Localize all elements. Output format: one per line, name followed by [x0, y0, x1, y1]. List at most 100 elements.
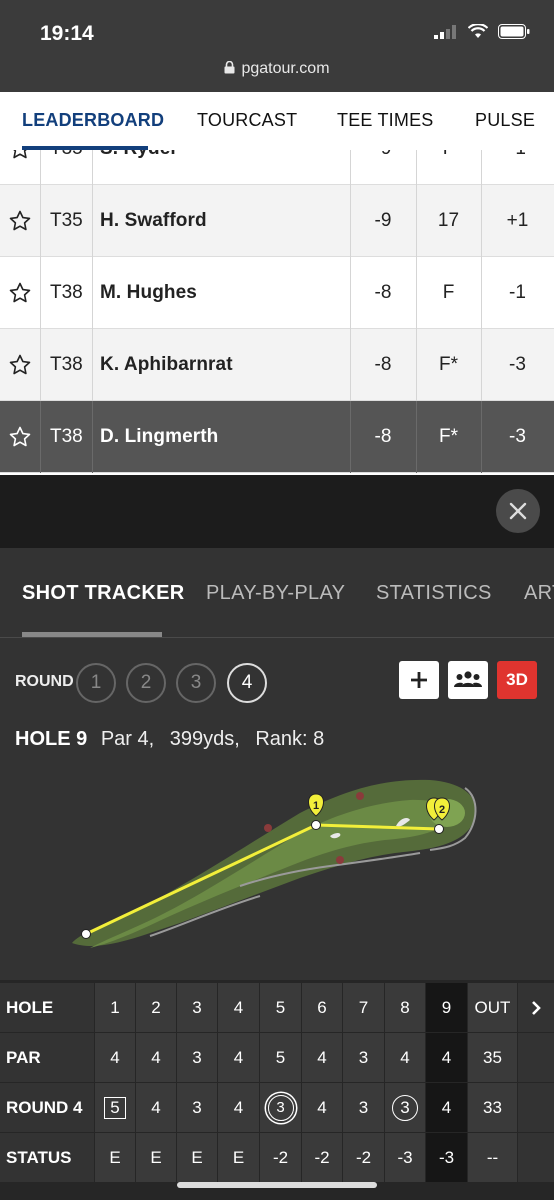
leaderboard-row[interactable]: T38 K. Aphibarnrat -8 F* -3	[0, 329, 554, 401]
thru: F	[442, 282, 455, 303]
leaderboard-row[interactable]: T35 H. Swafford -9 17 +1	[0, 185, 554, 257]
leaderboard-row-selected[interactable]: T38 D. Lingmerth -8 F* -3	[0, 401, 554, 473]
par-value: 4	[302, 1033, 342, 1082]
tab-tee-times[interactable]: TEE TIMES	[337, 110, 434, 131]
tree	[336, 856, 344, 864]
status-value-current: -3	[426, 1133, 467, 1182]
status-value: -2	[343, 1133, 384, 1182]
thru: F	[416, 150, 481, 185]
tab-play-by-play[interactable]: PLAY-BY-PLAY	[206, 582, 345, 605]
scorecard: HOLE 1 2 3 4 5 6 7 8 9 OUT PAR 4 4 3 4 5…	[0, 980, 554, 1200]
star-icon[interactable]	[8, 150, 32, 185]
shot-1-label: 1	[313, 800, 319, 812]
top-nav: LEADERBOARD TOURCAST TEE TIMES PULSE	[0, 92, 554, 150]
scorecard-hole-row: HOLE 1 2 3 4 5 6 7 8 9 OUT	[0, 983, 554, 1033]
leaderboard-row[interactable]: T38 M. Hughes -8 F -1	[0, 257, 554, 329]
round-score: -1	[481, 150, 554, 185]
tee-marker	[81, 929, 91, 939]
bogey-square: 5	[104, 1096, 126, 1119]
par-row-label: PAR	[0, 1033, 94, 1082]
round-score: -3	[509, 354, 526, 375]
player-name[interactable]: H. Swafford	[100, 185, 207, 257]
leaderboard: T35 S. Ryder -9 F -1 T35 H. Swafford -9 …	[0, 150, 554, 475]
score-cell: 5	[95, 1083, 135, 1132]
player-name[interactable]: D. Lingmerth	[100, 401, 218, 473]
status-out: --	[468, 1133, 517, 1182]
status-value: E	[136, 1133, 176, 1182]
signal-icon	[434, 24, 456, 39]
star-icon[interactable]	[8, 401, 32, 473]
tab-statistics[interactable]: STATISTICS	[376, 582, 492, 605]
tab-tourcast[interactable]: TOURCAST	[197, 110, 297, 131]
score-cell: 4	[136, 1083, 176, 1132]
par-value: 4	[218, 1033, 259, 1082]
position: T38	[50, 426, 83, 447]
status-bar: 19:14 pgatour.com	[0, 0, 554, 92]
round-score: -3	[509, 426, 526, 447]
status-value: E	[95, 1133, 135, 1182]
3d-view-button[interactable]: 3D	[497, 661, 537, 699]
round-1-button[interactable]: 1	[76, 663, 116, 703]
next-button[interactable]	[518, 983, 554, 1032]
score-cell: 3	[177, 1083, 217, 1132]
par-value: 4	[136, 1033, 176, 1082]
scorecard-round-row: ROUND 4 5 4 3 4 3 4 3 3 4 33	[0, 1083, 554, 1133]
hole-info: HOLE 9 Par 4, 399yds, Rank: 8	[15, 728, 334, 751]
status-value: -2	[302, 1133, 342, 1182]
status-value: -3	[385, 1133, 425, 1182]
player-name[interactable]: M. Hughes	[100, 257, 197, 329]
hole-map[interactable]: 1 2	[0, 758, 554, 980]
hole-number-current: 9	[426, 983, 467, 1032]
status-value: E	[218, 1133, 259, 1182]
shot-2-marker[interactable]	[434, 824, 444, 834]
status-value: E	[177, 1133, 217, 1182]
par-value-current: 4	[426, 1033, 467, 1082]
round-4-button[interactable]: 4	[227, 663, 267, 703]
url-bar[interactable]: pgatour.com	[0, 60, 554, 78]
score-cell-current: 4	[426, 1083, 467, 1132]
position: T38	[50, 354, 83, 375]
leaderboard-row[interactable]: T35 S. Ryder -9 F -1	[0, 150, 554, 185]
star-icon[interactable]	[8, 257, 32, 329]
round-2-button[interactable]: 2	[126, 663, 166, 703]
scorecard-par-row: PAR 4 4 3 4 5 4 3 4 4 35	[0, 1033, 554, 1083]
close-button[interactable]	[496, 489, 540, 533]
tab-leaderboard[interactable]: LEADERBOARD	[22, 110, 164, 131]
panel-header	[0, 475, 554, 548]
tab-shot-tracker[interactable]: SHOT TRACKER	[22, 582, 185, 605]
tab-pulse[interactable]: PULSE	[475, 110, 535, 131]
home-indicator[interactable]	[177, 1182, 377, 1188]
thru: F*	[439, 354, 458, 375]
hole-number: 4	[218, 983, 259, 1032]
scorecard-status-row: STATUS E E E E -2 -2 -2 -3 -3 --	[0, 1133, 554, 1183]
tab-art[interactable]: ART	[524, 582, 554, 605]
zoom-in-button[interactable]	[399, 661, 439, 699]
chevron-right-icon	[532, 1000, 541, 1015]
hole-number: 7	[343, 983, 384, 1032]
filler-cell	[518, 1033, 554, 1082]
score-cell: 4	[302, 1083, 342, 1132]
close-icon	[509, 502, 527, 520]
players-button[interactable]	[448, 661, 488, 699]
score-out: 33	[468, 1083, 517, 1132]
star-icon[interactable]	[8, 185, 32, 257]
player-name[interactable]: S. Ryder	[100, 150, 178, 185]
round-label: ROUND	[15, 673, 74, 690]
thru: 17	[437, 210, 460, 231]
app: { "status_bar": { "time": "19:14" }, "br…	[0, 0, 554, 1200]
hole-number: 3	[177, 983, 217, 1032]
birdie-circle: 3	[392, 1094, 418, 1121]
score-cell: 3	[343, 1083, 384, 1132]
round-3-button[interactable]: 3	[176, 663, 216, 703]
thru: F*	[439, 426, 458, 447]
battery-icon	[498, 24, 530, 39]
position: T35	[50, 210, 83, 231]
shot-1-marker[interactable]	[311, 820, 321, 830]
round-score: +1	[506, 210, 529, 231]
status-row-label: STATUS	[0, 1133, 94, 1182]
star-icon[interactable]	[8, 329, 32, 401]
player-name[interactable]: K. Aphibarnrat	[100, 329, 233, 401]
round-row-label: ROUND 4	[0, 1083, 94, 1132]
total-score: -9	[374, 210, 392, 231]
out-label: OUT	[468, 983, 517, 1032]
